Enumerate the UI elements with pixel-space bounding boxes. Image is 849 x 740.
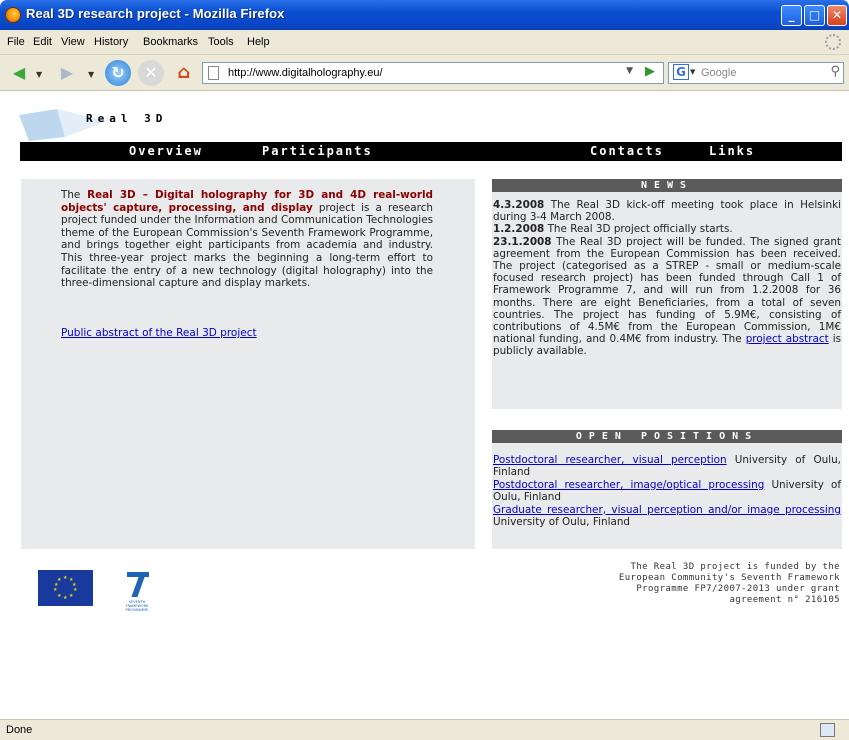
news-text: 4.3.2008 The Real 3D kick-off meeting to…	[493, 199, 841, 358]
maximize-button[interactable]: □	[804, 5, 825, 26]
funding-line: The Real 3D project is funded by the	[630, 562, 840, 572]
fp7-caption: SEVENTH FRAMEWORK PROGRAMME	[125, 600, 149, 612]
page-icon	[208, 66, 219, 80]
nav-links[interactable]: Links	[709, 144, 755, 158]
site-title: Real 3D	[86, 112, 168, 125]
nav-contacts[interactable]: Contacts	[590, 144, 664, 158]
news-item: The Real 3D kick-off meeting took place …	[493, 199, 841, 224]
throbber-icon	[825, 34, 841, 50]
news-item: The Real 3D project officially starts.	[544, 223, 733, 236]
url-text[interactable]: http://www.digitalholography.eu/	[228, 67, 383, 79]
search-icon[interactable]: ⚲	[830, 64, 840, 79]
public-abstract-link[interactable]: Public abstract of the Real 3D project	[61, 327, 257, 339]
news-panel: NEWS 4.3.2008 The Real 3D kick-off meeti…	[492, 179, 842, 409]
menu-bar: File Edit View History Bookmarks Tools H…	[0, 30, 849, 55]
site-nav: Overview Participants Contacts Links	[20, 142, 842, 161]
funding-line: Programme FP7/2007-2013 under grant	[636, 584, 840, 594]
project-abstract-link[interactable]: project abstract	[746, 333, 829, 345]
position-link[interactable]: Postdoctoral researcher, visual percepti…	[493, 454, 727, 466]
position-link[interactable]: Graduate researcher, visual perception a…	[493, 504, 841, 516]
position-employer: University of Oulu, Finland	[493, 516, 631, 529]
web-page: Real 3D Overview Participants Contacts L…	[0, 92, 849, 719]
news-date: 1.2.2008	[493, 223, 545, 236]
stop-icon[interactable]: ✕	[138, 60, 164, 86]
menu-help[interactable]: Help	[247, 36, 270, 48]
intro-lead: The	[61, 189, 88, 201]
menu-history[interactable]: History	[94, 36, 128, 48]
nav-participants[interactable]: Participants	[262, 144, 373, 158]
news-date: 4.3.2008	[493, 199, 545, 211]
positions-list: Postdoctoral researcher, visual percepti…	[493, 454, 841, 528]
positions-panel: OPEN POSITIONS Postdoctoral researcher, …	[492, 430, 842, 549]
nav-overview[interactable]: Overview	[129, 144, 203, 158]
menu-file[interactable]: File	[7, 36, 25, 48]
search-placeholder[interactable]: Google	[701, 67, 736, 79]
url-bar[interactable]: http://www.digitalholography.eu/ ▼ ▶	[202, 62, 664, 84]
menu-edit[interactable]: Edit	[33, 36, 52, 48]
status-bar: Done	[0, 719, 849, 740]
firefox-icon	[5, 7, 21, 23]
engine-dropdown-icon[interactable]: ▼	[690, 68, 695, 76]
fp7-logo-icon: SEVENTH FRAMEWORK PROGRAMME	[117, 570, 157, 612]
news-item: The Real 3D project will be funded. The …	[493, 235, 841, 346]
url-dropdown-icon[interactable]: ▼	[626, 66, 633, 76]
close-button[interactable]: ✕	[827, 5, 847, 26]
position-link[interactable]: Postdoctoral researcher, image/optical p…	[493, 479, 764, 491]
intro-text: The Real 3D – Digital holography for 3D …	[61, 189, 433, 290]
forward-icon[interactable]: ▶	[54, 60, 80, 86]
home-icon[interactable]: ⌂	[171, 60, 197, 86]
search-bar[interactable]: G ▼ Google ⚲	[668, 62, 844, 84]
intro-body: project is a research project funded und…	[61, 201, 433, 290]
menu-view[interactable]: View	[61, 36, 85, 48]
status-text: Done	[6, 724, 33, 736]
intro-panel: The Real 3D – Digital holography for 3D …	[21, 179, 475, 549]
google-engine-icon[interactable]: G	[673, 64, 689, 80]
minimize-button[interactable]: _	[781, 5, 802, 26]
menu-bookmarks[interactable]: Bookmarks	[143, 36, 198, 48]
funding-line: agreement n° 216105	[729, 595, 840, 605]
go-icon[interactable]: ▶	[645, 64, 655, 79]
window-titlebar: Real 3D research project - Mozilla Firef…	[0, 0, 849, 30]
status-icon[interactable]	[820, 723, 835, 737]
back-history-dropdown-icon[interactable]: ▼	[36, 70, 42, 79]
reload-icon[interactable]: ↻	[105, 60, 131, 86]
news-date: 23.1.2008	[493, 235, 552, 248]
forward-history-dropdown-icon[interactable]: ▼	[88, 70, 94, 79]
navigation-toolbar: ◀ ▼ ▶ ▼ ↻ ✕ ⌂ http://www.digitalholograp…	[0, 55, 849, 91]
back-icon[interactable]: ◀	[6, 60, 32, 86]
eu-flag-icon: ★ ★ ★ ★ ★ ★ ★ ★ ★ ★	[38, 570, 93, 606]
positions-heading: OPEN POSITIONS	[492, 430, 842, 443]
window-title: Real 3D research project - Mozilla Firef…	[26, 6, 285, 21]
funding-note: The Real 3D project is funded by the Eur…	[560, 562, 840, 606]
news-heading: NEWS	[492, 179, 842, 192]
menu-tools[interactable]: Tools	[208, 36, 234, 48]
funding-line: European Community's Seventh Framework	[618, 573, 840, 583]
